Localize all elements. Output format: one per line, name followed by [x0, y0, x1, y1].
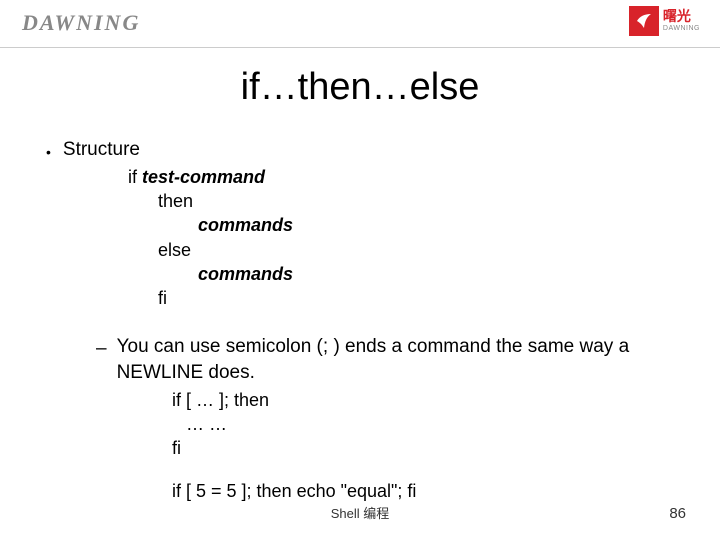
test-command: test-command [142, 167, 265, 187]
slide-header: DAWNING 曙光 DAWNING [0, 0, 720, 48]
code-line: commands [128, 213, 674, 237]
slide-title: if…then…else [0, 66, 720, 109]
bullet-structure: • Structure [46, 137, 674, 163]
logo-text-block: 曙光 DAWNING [663, 9, 700, 32]
semicolon-text: You can use semicolon (; ) ends a comman… [117, 334, 674, 385]
brand-left-text: DAWNING [22, 10, 140, 36]
dash-icon: – [96, 334, 107, 385]
example-code-2: if [ 5 = 5 ]; then echo "equal"; fi [46, 479, 674, 503]
logo-cn: 曙光 [663, 9, 700, 24]
brand-right-logo: 曙光 DAWNING [629, 6, 700, 36]
code-line: fi [172, 436, 674, 460]
code-line: … … [172, 412, 674, 436]
code-line: if test-command [128, 165, 674, 189]
slide-content: • Structure if test-command then command… [0, 109, 720, 503]
code-line: fi [128, 286, 674, 310]
code-line: else [128, 238, 674, 262]
bullet-label: Structure [63, 137, 140, 163]
bullet-dot-icon: • [46, 137, 51, 163]
sub-bullet-semicolon: – You can use semicolon (; ) ends a comm… [46, 334, 674, 385]
code-line: if [ … ]; then [172, 388, 674, 412]
code-line: commands [128, 262, 674, 286]
kw-if: if [128, 167, 142, 187]
code-line: then [128, 189, 674, 213]
logo-en: DAWNING [663, 25, 700, 33]
page-number: 86 [669, 505, 686, 522]
example-code-1: if [ … ]; then … … fi [46, 388, 674, 461]
logo-icon [629, 6, 659, 36]
footer-title: Shell 编程 [0, 503, 720, 522]
structure-code: if test-command then commands else comma… [46, 165, 674, 311]
